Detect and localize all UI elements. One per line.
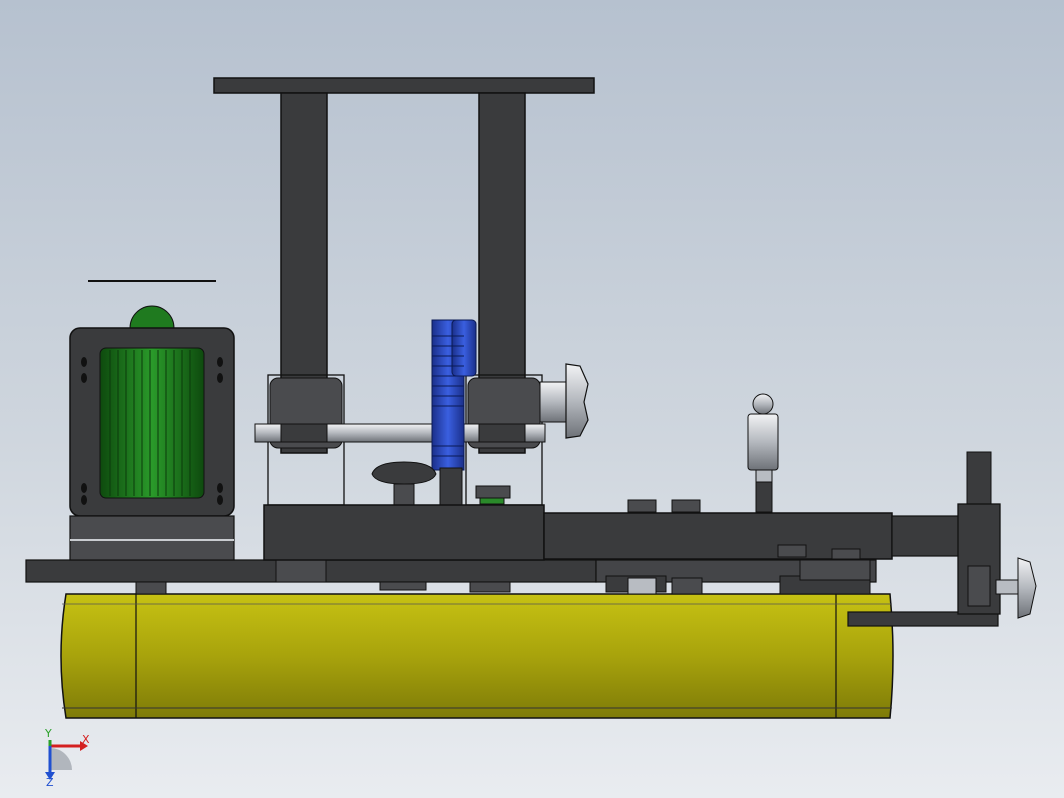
right-clamp-post <box>957 451 1037 619</box>
center-clamp-knob <box>371 461 437 507</box>
right-handwheel <box>539 363 589 439</box>
triad-z-label: Z <box>46 776 54 789</box>
coordinate-triad <box>45 740 88 780</box>
center-hardware <box>475 485 511 505</box>
base-plate <box>25 559 877 595</box>
yellow-base-housing <box>60 593 894 719</box>
triad-x-label: X <box>82 733 90 746</box>
cad-viewport[interactable]: X Y Z <box>0 0 1064 798</box>
triad-y-label: Y <box>45 727 52 740</box>
electric-motor <box>69 280 235 561</box>
ball-joint-post <box>747 393 779 513</box>
cad-model-drawing[interactable] <box>0 0 1064 798</box>
slide-block <box>263 499 963 561</box>
